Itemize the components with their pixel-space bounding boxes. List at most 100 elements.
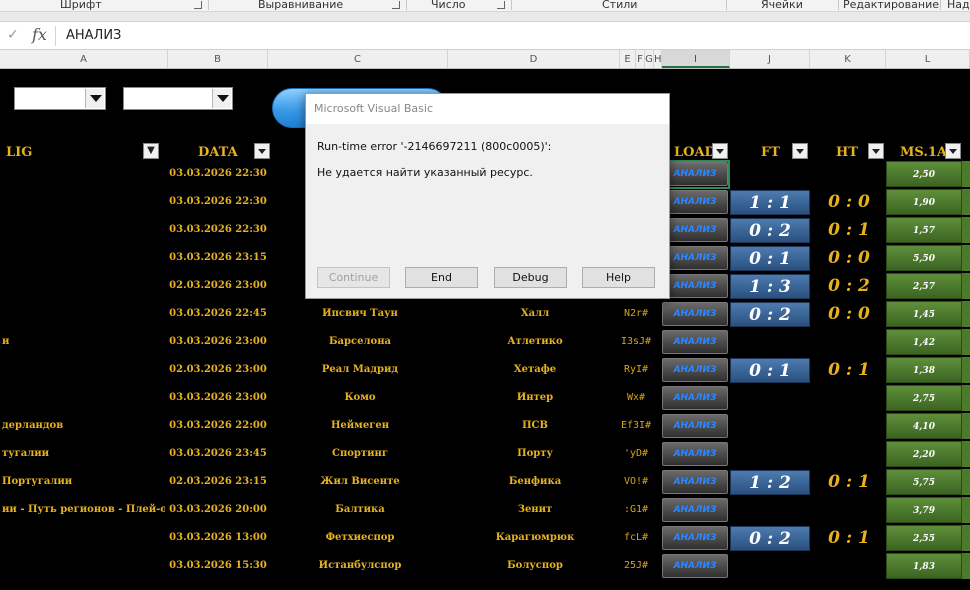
ft-score-cell[interactable]: 0 : 2	[730, 526, 810, 551]
away-team-cell[interactable]: Халл	[470, 300, 600, 328]
code-cell[interactable]: :G1#	[616, 496, 656, 524]
debug-button[interactable]: Debug	[494, 267, 567, 288]
analysis-button[interactable]: АНАЛИЗ	[662, 414, 728, 438]
column-header-e[interactable]: E	[620, 50, 636, 68]
column-header-g[interactable]: G	[645, 50, 654, 68]
date-cell[interactable]: 03.03.2026 23:00	[168, 384, 268, 412]
column-header-h[interactable]: H	[654, 50, 662, 68]
date-cell[interactable]: 03.03.2026 23:00	[168, 328, 268, 356]
away-team-cell[interactable]: Зенит	[470, 496, 600, 524]
analysis-button[interactable]: АНАЛИЗ	[662, 386, 728, 410]
column-header-d[interactable]: D	[448, 50, 620, 68]
code-cell[interactable]: fcL#	[616, 524, 656, 552]
analysis-button[interactable]: АНАЛИЗ	[662, 330, 728, 354]
column-header-k[interactable]: K	[810, 50, 886, 68]
odds-cell[interactable]: 2,55	[886, 525, 962, 551]
odds-cell[interactable]: 1,45	[886, 301, 962, 327]
ht-score-cell[interactable]: 0 : 0	[815, 188, 883, 216]
code-cell[interactable]: 'yD#	[616, 440, 656, 468]
code-cell[interactable]: 25J#	[616, 552, 656, 580]
home-team-cell[interactable]: Ипсвич Таун	[290, 300, 430, 328]
column-header-b[interactable]: B	[168, 50, 268, 68]
analysis-button[interactable]: АНАЛИЗ	[662, 162, 728, 186]
away-team-cell[interactable]: Карагюмрюк	[470, 524, 600, 552]
date-cell[interactable]: 03.03.2026 15:30	[168, 552, 268, 580]
date-cell[interactable]: 03.03.2026 22:00	[168, 412, 268, 440]
away-team-cell[interactable]: Болуспор	[470, 552, 600, 580]
league-cell[interactable]	[0, 552, 165, 580]
help-button[interactable]: Help	[582, 267, 655, 288]
league-cell[interactable]	[0, 188, 165, 216]
analysis-button[interactable]: АНАЛИЗ	[662, 218, 728, 242]
date-cell[interactable]: 02.03.2026 23:00	[168, 272, 268, 300]
home-team-cell[interactable]: Реал Мадрид	[290, 356, 430, 384]
filter-dropdown-icon[interactable]	[868, 143, 884, 159]
date-cell[interactable]: 03.03.2026 22:45	[168, 300, 268, 328]
date-cell[interactable]: 02.03.2026 23:00	[168, 356, 268, 384]
ft-score-cell[interactable]: 0 : 2	[730, 302, 810, 327]
code-cell[interactable]: RyI#	[616, 356, 656, 384]
odds-cell[interactable]: 2,75	[886, 385, 962, 411]
date-cell[interactable]: 03.03.2026 22:30	[168, 216, 268, 244]
chevron-down-icon[interactable]	[212, 89, 231, 108]
ft-score-cell[interactable]: 0 : 2	[730, 218, 810, 243]
analysis-button[interactable]: АНАЛИЗ	[662, 470, 728, 494]
ht-score-cell[interactable]: 0 : 1	[815, 524, 883, 552]
filter-funnel-icon[interactable]: ▼	[143, 143, 159, 159]
odds-cell[interactable]: 1,90	[886, 189, 962, 215]
analysis-button[interactable]: АНАЛИЗ	[662, 190, 728, 214]
filter-dropdown-icon[interactable]	[945, 143, 961, 159]
home-team-cell[interactable]: Барселона	[290, 328, 430, 356]
date-filter-dropdown[interactable]	[123, 87, 233, 110]
column-header-j[interactable]: J	[730, 50, 810, 68]
ht-score-cell[interactable]: 0 : 0	[815, 244, 883, 272]
odds-cell[interactable]: 2,20	[886, 441, 962, 467]
odds-cell[interactable]: 1,83	[886, 553, 962, 579]
league-cell[interactable]: дерландов	[0, 412, 165, 440]
alignment-dialog-launcher-icon[interactable]	[392, 1, 400, 9]
odds-cell[interactable]: 1,42	[886, 329, 962, 355]
home-team-cell[interactable]: Жил Висенте	[290, 468, 430, 496]
away-team-cell[interactable]: Бенфика	[470, 468, 600, 496]
date-cell[interactable]: 03.03.2026 22:30	[168, 188, 268, 216]
column-header-f[interactable]: F	[636, 50, 645, 68]
home-team-cell[interactable]: Истанбулспор	[290, 552, 430, 580]
league-cell[interactable]	[0, 244, 165, 272]
code-cell[interactable]: VO!#	[616, 468, 656, 496]
analysis-button[interactable]: АНАЛИЗ	[662, 246, 728, 270]
ht-score-cell[interactable]: 0 : 2	[815, 272, 883, 300]
font-dialog-launcher-icon[interactable]	[194, 1, 202, 9]
ht-score-cell[interactable]: 0 : 1	[815, 468, 883, 496]
home-team-cell[interactable]: Неймеген	[290, 412, 430, 440]
league-filter-dropdown[interactable]	[14, 87, 106, 110]
date-cell[interactable]: 03.03.2026 23:45	[168, 440, 268, 468]
column-header-i[interactable]: I	[662, 50, 730, 68]
analysis-button[interactable]: АНАЛИЗ	[662, 442, 728, 466]
league-cell[interactable]	[0, 356, 165, 384]
formula-input[interactable]: АНАЛИЗ	[66, 28, 121, 43]
league-cell[interactable]: Португалии	[0, 468, 165, 496]
odds-cell[interactable]: 2,57	[886, 273, 962, 299]
odds-cell[interactable]: 5,75	[886, 469, 962, 495]
away-team-cell[interactable]: Интер	[470, 384, 600, 412]
odds-cell[interactable]: 1,57	[886, 217, 962, 243]
code-cell[interactable]: I3sJ#	[616, 328, 656, 356]
odds-cell[interactable]: 5,50	[886, 245, 962, 271]
league-cell[interactable]	[0, 384, 165, 412]
home-team-cell[interactable]: Спортинг	[290, 440, 430, 468]
ft-score-cell[interactable]: 1 : 2	[730, 470, 810, 495]
league-cell[interactable]: и	[0, 328, 165, 356]
filter-dropdown-icon[interactable]	[254, 143, 270, 159]
date-cell[interactable]: 02.03.2026 23:15	[168, 468, 268, 496]
ft-score-cell[interactable]: 1 : 3	[730, 274, 810, 299]
league-cell[interactable]	[0, 216, 165, 244]
analysis-button[interactable]: АНАЛИЗ	[662, 554, 728, 578]
analysis-button[interactable]: АНАЛИЗ	[662, 526, 728, 550]
home-team-cell[interactable]: Фетхиеспор	[290, 524, 430, 552]
chevron-down-icon[interactable]	[85, 89, 104, 108]
ft-score-cell[interactable]: 0 : 1	[730, 246, 810, 271]
league-cell[interactable]: ии - Путь регионов - Плей-офф	[0, 496, 165, 524]
date-cell[interactable]: 03.03.2026 13:00	[168, 524, 268, 552]
odds-cell[interactable]: 3,79	[886, 497, 962, 523]
league-cell[interactable]	[0, 160, 165, 188]
